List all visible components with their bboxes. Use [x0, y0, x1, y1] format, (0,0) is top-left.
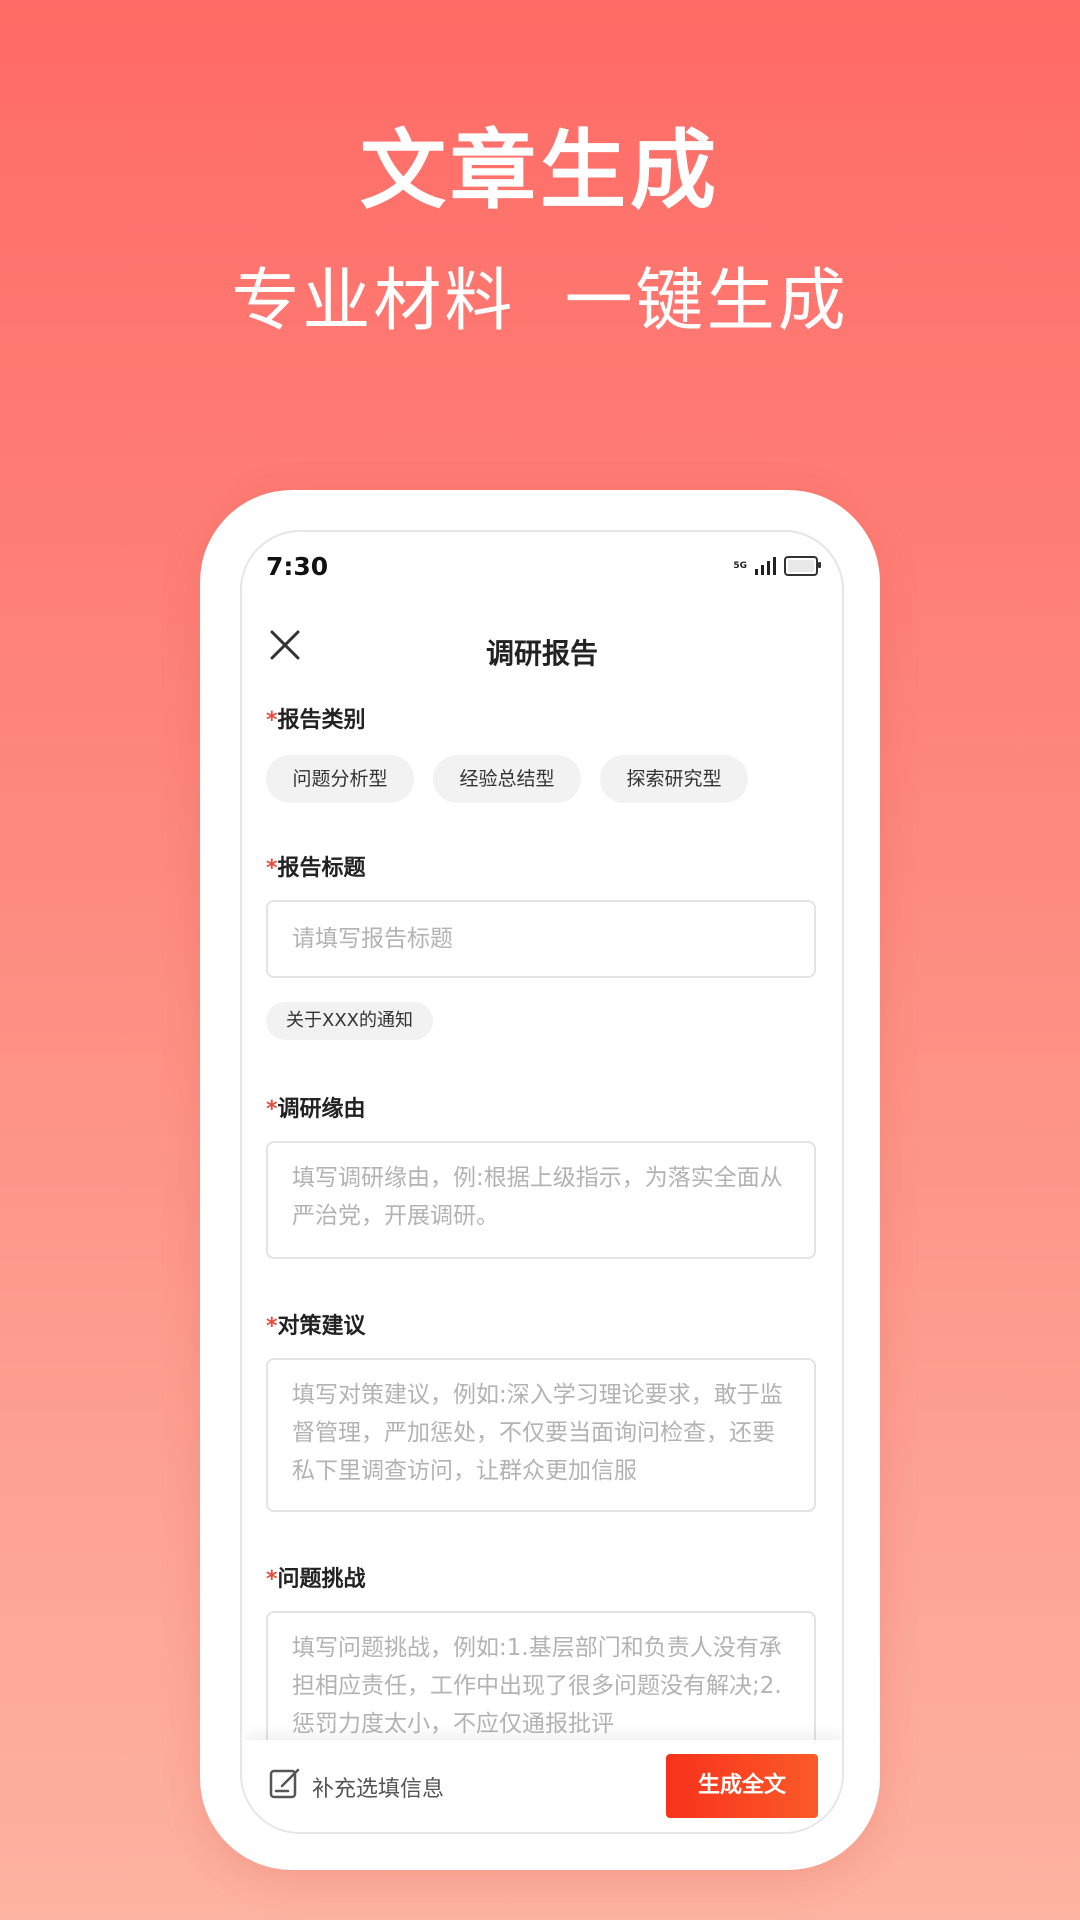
status-bar: 7:30 5G — [242, 532, 842, 602]
status-icons: 5G — [733, 556, 821, 576]
phone-screen: 7:30 5G 调研报告 *报告类别 问题分析型 经验总结型 探索研究型 *报告… — [240, 530, 844, 1834]
challenges-label: *问题挑战 — [266, 1561, 366, 1593]
category-chip-problem-analysis[interactable]: 问题分析型 — [266, 755, 414, 803]
research-reason-textarea[interactable]: 填写调研缘由，例:根据上级指示，为落实全面从严治党，开展调研。 — [266, 1141, 816, 1259]
hero-subtitle: 专业材料 一键生成 — [231, 262, 849, 341]
report-title-input[interactable]: 请填写报告标题 — [266, 900, 816, 978]
required-mark: * — [266, 1314, 278, 1339]
required-mark: * — [266, 708, 278, 733]
label-text: 报告类别 — [277, 708, 366, 733]
report-title-label: *报告标题 — [266, 850, 366, 882]
title-suggestion-chip[interactable]: 关于XXX的通知 — [266, 1002, 433, 1040]
required-mark: * — [266, 1567, 278, 1592]
label-text: 对策建议 — [277, 1314, 366, 1339]
research-reason-label: *调研缘由 — [266, 1091, 366, 1123]
required-mark: * — [266, 856, 278, 881]
countermeasures-textarea[interactable]: 填写对策建议，例如:深入学习理论要求，敢于监督管理，严加惩处，不仅要当面询问检查… — [266, 1358, 816, 1512]
edit-icon[interactable] — [268, 1766, 302, 1800]
page-title: 调研报告 — [485, 637, 598, 670]
required-mark: * — [266, 1097, 278, 1122]
label-text: 报告标题 — [277, 856, 366, 881]
report-category-label: *报告类别 — [266, 702, 366, 734]
status-time: 7:30 — [266, 552, 329, 581]
nav-bar: 调研报告 — [242, 612, 842, 682]
bottom-action-bar: 补充选填信息 生成全文 — [242, 1740, 842, 1832]
hero-title: 文章生成 — [360, 121, 720, 221]
phone-mockup: 7:30 5G 调研报告 *报告类别 问题分析型 经验总结型 探索研究型 *报告… — [200, 490, 880, 1870]
countermeasures-label: *对策建议 — [266, 1308, 366, 1340]
category-chip-experience-summary[interactable]: 经验总结型 — [433, 755, 581, 803]
generate-full-text-button[interactable]: 生成全文 — [666, 1754, 818, 1818]
label-text: 调研缘由 — [277, 1097, 366, 1122]
network-label: 5G — [733, 560, 747, 571]
label-text: 问题挑战 — [277, 1567, 366, 1592]
battery-icon — [784, 556, 821, 576]
signal-icon — [755, 557, 776, 575]
category-chip-exploration-research[interactable]: 探索研究型 — [600, 755, 748, 803]
supplement-info-link[interactable]: 补充选填信息 — [312, 1771, 444, 1803]
